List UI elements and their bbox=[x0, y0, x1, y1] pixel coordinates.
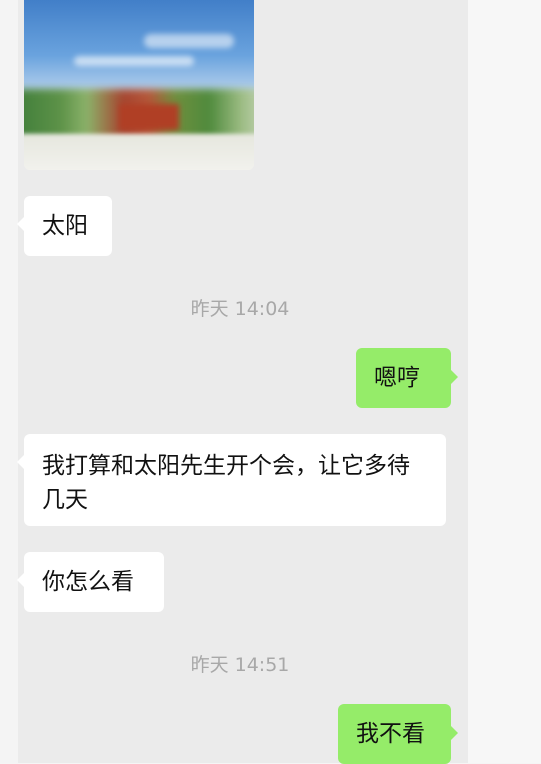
message-text: 我不看 bbox=[356, 721, 425, 747]
image-cloud bbox=[144, 34, 234, 48]
image-cloud bbox=[74, 56, 194, 66]
left-margin bbox=[0, 0, 18, 763]
timestamp: 昨天 14:51 bbox=[190, 654, 290, 676]
message-text: 太阳 bbox=[42, 213, 88, 239]
image-building bbox=[119, 104, 179, 130]
image-ground bbox=[24, 134, 254, 170]
message-text: 嗯哼 bbox=[374, 365, 420, 391]
message-text: 我打算和太阳先生开个会，让它多待几天 bbox=[42, 453, 410, 513]
message-text: 你怎么看 bbox=[42, 569, 134, 595]
outgoing-message-bubble[interactable]: 我不看 bbox=[338, 704, 458, 764]
timestamp: 昨天 14:04 bbox=[190, 298, 290, 320]
incoming-message-bubble[interactable]: 你怎么看 bbox=[17, 552, 164, 612]
incoming-message-bubble[interactable]: 我打算和太阳先生开个会，让它多待几天 bbox=[17, 434, 446, 526]
incoming-message-bubble[interactable]: 太阳 bbox=[17, 196, 112, 256]
right-margin bbox=[468, 0, 541, 763]
image-message[interactable] bbox=[24, 0, 254, 170]
outgoing-message-bubble[interactable]: 嗯哼 bbox=[356, 348, 458, 408]
